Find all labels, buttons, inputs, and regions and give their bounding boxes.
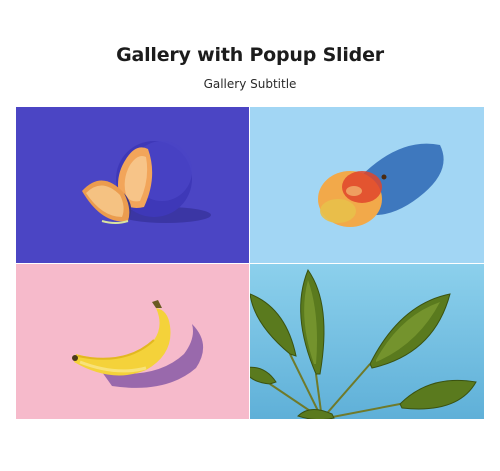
gallery-page: Gallery with Popup Slider Gallery Subtit… — [0, 0, 500, 471]
gallery-grid — [16, 107, 484, 419]
melon-image — [16, 107, 249, 263]
gallery-item-banana[interactable] — [16, 264, 249, 419]
banana-image — [16, 264, 249, 419]
gallery-item-mango[interactable] — [250, 107, 484, 263]
gallery-title: Gallery with Popup Slider — [116, 44, 384, 66]
gallery-subtitle: Gallery Subtitle — [203, 77, 297, 91]
mango-image — [250, 107, 484, 263]
leaves-image — [250, 264, 484, 419]
gallery-item-melon[interactable] — [16, 107, 249, 263]
gallery-item-leaves[interactable] — [250, 264, 484, 419]
